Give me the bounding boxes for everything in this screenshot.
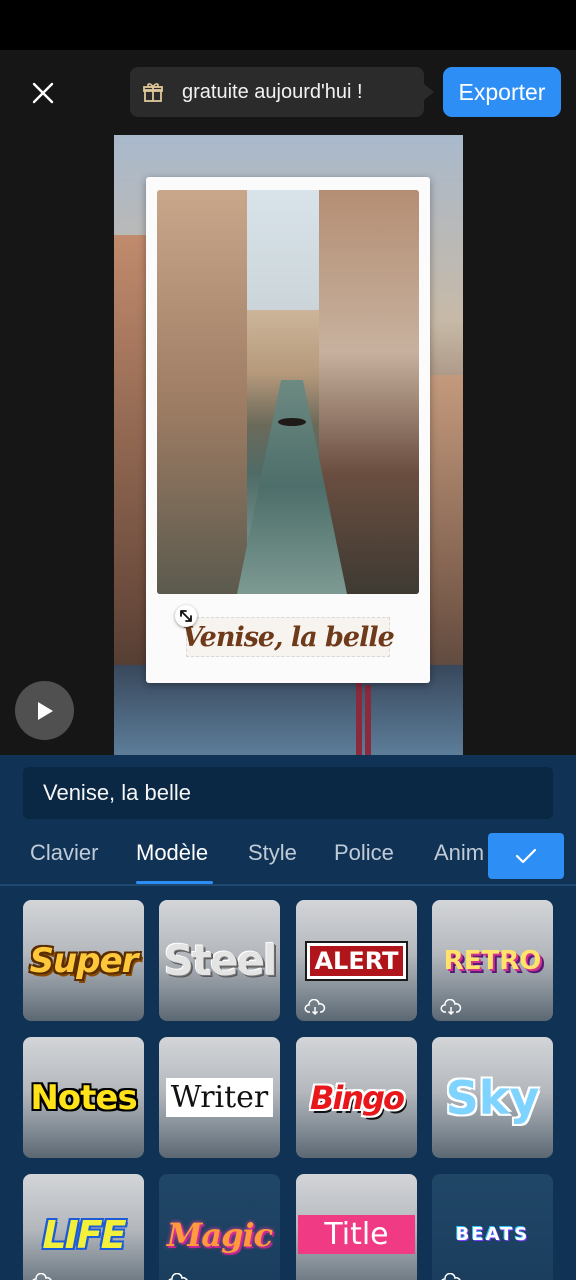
tab-style[interactable]: Style xyxy=(248,840,297,866)
template-tile[interactable]: ALERT xyxy=(296,900,417,1021)
text-edit-panel: Venise, la belle Clavier Modèle Style Po… xyxy=(0,755,576,1280)
cloud-download-icon xyxy=(32,1273,52,1280)
play-button[interactable] xyxy=(15,681,74,740)
template-tile[interactable]: Title xyxy=(296,1174,417,1280)
template-label: Steel xyxy=(163,936,278,985)
tab-police[interactable]: Police xyxy=(334,840,394,866)
photo-sky xyxy=(247,190,319,310)
text-input-field[interactable]: Venise, la belle xyxy=(23,767,553,819)
confirm-button[interactable] xyxy=(488,833,564,879)
polaroid-frame[interactable]: Venise, la belle xyxy=(146,177,430,683)
top-bar: gratuite aujourd'hui ! Exporter xyxy=(0,50,576,135)
video-preview: Venise, la belle xyxy=(0,135,576,755)
template-tile[interactable]: LIFE xyxy=(23,1174,144,1280)
template-tile[interactable]: Magic xyxy=(159,1174,280,1280)
promo-banner[interactable]: gratuite aujourd'hui ! xyxy=(130,67,434,117)
check-icon xyxy=(515,848,537,864)
template-tile[interactable]: Notes xyxy=(23,1037,144,1158)
text-overlay[interactable]: Venise, la belle xyxy=(182,617,395,657)
cloud-download-icon xyxy=(304,999,326,1015)
active-tab-indicator xyxy=(136,881,213,884)
template-label: BEATS xyxy=(455,1224,530,1245)
template-tile[interactable]: RETRO xyxy=(432,900,553,1021)
export-button[interactable]: Exporter xyxy=(443,67,561,117)
template-grid: Super Steel ALERT RETRO Notes Writer Bin… xyxy=(0,900,576,1280)
template-tile[interactable]: Steel xyxy=(159,900,280,1021)
template-label: Sky xyxy=(445,1070,540,1125)
tab-modele[interactable]: Modèle xyxy=(136,840,208,866)
cloud-download-icon xyxy=(440,999,462,1015)
resize-handle[interactable] xyxy=(175,605,197,627)
template-label: Super xyxy=(29,940,139,981)
template-tile[interactable]: Bingo xyxy=(296,1037,417,1158)
template-label: ALERT xyxy=(307,942,406,979)
close-icon xyxy=(32,82,54,104)
tab-bar: Clavier Modèle Style Police Anim xyxy=(0,830,576,886)
promo-text: gratuite aujourd'hui ! xyxy=(182,80,363,103)
template-label: RETRO xyxy=(443,945,542,976)
resize-icon xyxy=(180,610,192,622)
template-label: Notes xyxy=(30,1077,137,1118)
template-label: Bingo xyxy=(309,1078,405,1117)
mooring-pole xyxy=(356,675,362,755)
template-tile[interactable]: Sky xyxy=(432,1037,553,1158)
photo-building-left xyxy=(157,190,247,594)
template-label: Writer xyxy=(165,1078,274,1117)
caption-text: Venise, la belle xyxy=(182,621,395,653)
tab-anim[interactable]: Anim xyxy=(434,840,484,866)
mooring-pole xyxy=(365,685,371,755)
cloud-download-icon xyxy=(441,1273,461,1280)
gift-icon xyxy=(142,80,166,104)
template-label: LIFE xyxy=(42,1212,126,1257)
template-tile[interactable]: Super xyxy=(23,900,144,1021)
template-label: Title xyxy=(298,1215,415,1254)
cloud-download-icon xyxy=(168,1273,188,1280)
status-bar xyxy=(0,0,576,50)
tab-clavier[interactable]: Clavier xyxy=(30,840,98,866)
template-label: Magic xyxy=(166,1215,273,1254)
photo-gondola xyxy=(278,418,306,426)
close-button[interactable] xyxy=(24,74,62,112)
canal-photo xyxy=(157,190,419,594)
template-tile[interactable]: BEATS xyxy=(432,1174,553,1280)
template-tile[interactable]: Writer xyxy=(159,1037,280,1158)
play-icon xyxy=(37,701,53,720)
